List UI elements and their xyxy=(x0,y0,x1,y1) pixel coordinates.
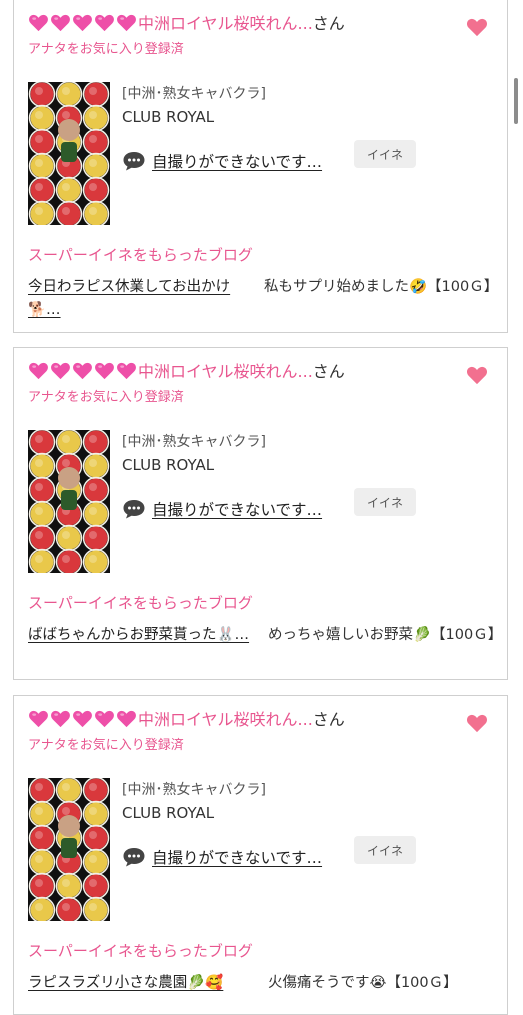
user-name-line[interactable]: 中洲ロイヤル桜咲れん...さん xyxy=(28,709,345,733)
chat-link[interactable]: 自撮りができないです… xyxy=(122,148,322,174)
blog-description: 私もサプリ始めました🤣【100Ｇ】 xyxy=(264,279,499,295)
club-name[interactable]: CLUB ROYAL xyxy=(122,108,214,126)
profile-thumbnail[interactable] xyxy=(28,778,110,921)
pink-hearts-icon xyxy=(28,709,138,733)
user-name[interactable]: 中洲ロイヤル桜咲れん... xyxy=(138,14,313,33)
heart-icon[interactable] xyxy=(466,16,488,38)
category-label: [中洲･熟女キャバクラ] xyxy=(122,86,266,102)
chat-message[interactable]: 自撮りができないです… xyxy=(152,498,322,520)
iine-button[interactable]: イイネ xyxy=(354,140,416,168)
iine-button[interactable]: イイネ xyxy=(354,488,416,516)
pink-hearts-icon xyxy=(28,361,138,385)
user-name-line[interactable]: 中洲ロイヤル桜咲れん...さん xyxy=(28,13,345,37)
heart-icon[interactable] xyxy=(466,364,488,386)
blog-description: めっちゃ嬉しいお野菜🥬【100Ｇ】 xyxy=(268,627,503,643)
speech-bubble-icon xyxy=(123,500,145,519)
blog-title-link[interactable]: ばばちゃんからお野菜貰った🐰… xyxy=(28,624,258,647)
honorific: さん xyxy=(312,14,345,33)
pink-hearts-icon xyxy=(28,13,138,37)
blog-like-card: 中洲ロイヤル桜咲れん...さん アナタをお気に入り登録済 [中洲･熟女キャバクラ… xyxy=(13,347,508,680)
club-name[interactable]: CLUB ROYAL xyxy=(122,804,214,822)
user-name[interactable]: 中洲ロイヤル桜咲れん... xyxy=(138,710,313,729)
blog-like-card: 中洲ロイヤル桜咲れん...さん アナタをお気に入り登録済 [中洲･熟女キャバクラ… xyxy=(13,695,508,1015)
chat-message[interactable]: 自撮りができないです… xyxy=(152,846,322,868)
favorite-status: アナタをお気に入り登録済 xyxy=(28,390,184,405)
blog-description: 火傷痛そうです😭【100Ｇ】 xyxy=(268,975,458,991)
blog-title-link[interactable]: ラピスラズリ小さな農園🥬🥰 xyxy=(28,972,258,995)
scrollbar[interactable] xyxy=(514,78,518,124)
chat-message[interactable]: 自撮りができないです… xyxy=(152,150,322,172)
heart-icon[interactable] xyxy=(466,712,488,734)
blog-like-card: 中洲ロイヤル桜咲れん...さん アナタをお気に入り登録済 [中洲･熟女キャバクラ… xyxy=(13,0,508,333)
profile-thumbnail[interactable] xyxy=(28,82,110,225)
honorific: さん xyxy=(312,710,345,729)
honorific: さん xyxy=(312,362,345,381)
section-label: スーパーイイネをもらったブログ xyxy=(28,594,253,612)
user-name[interactable]: 中洲ロイヤル桜咲れん... xyxy=(138,362,313,381)
section-label: スーパーイイネをもらったブログ xyxy=(28,246,253,264)
iine-button[interactable]: イイネ xyxy=(354,836,416,864)
category-label: [中洲･熟女キャバクラ] xyxy=(122,434,266,450)
favorite-status: アナタをお気に入り登録済 xyxy=(28,42,184,57)
speech-bubble-icon xyxy=(123,848,145,867)
profile-thumbnail[interactable] xyxy=(28,430,110,573)
chat-link[interactable]: 自撮りができないです… xyxy=(122,844,322,870)
favorite-status: アナタをお気に入り登録済 xyxy=(28,738,184,753)
club-name[interactable]: CLUB ROYAL xyxy=(122,456,214,474)
speech-bubble-icon xyxy=(123,152,145,171)
blog-title-link[interactable]: 今日わラピス休業してお出かけ🐕… xyxy=(28,276,258,322)
chat-link[interactable]: 自撮りができないです… xyxy=(122,496,322,522)
category-label: [中洲･熟女キャバクラ] xyxy=(122,782,266,798)
user-name-line[interactable]: 中洲ロイヤル桜咲れん...さん xyxy=(28,361,345,385)
section-label: スーパーイイネをもらったブログ xyxy=(28,942,253,960)
